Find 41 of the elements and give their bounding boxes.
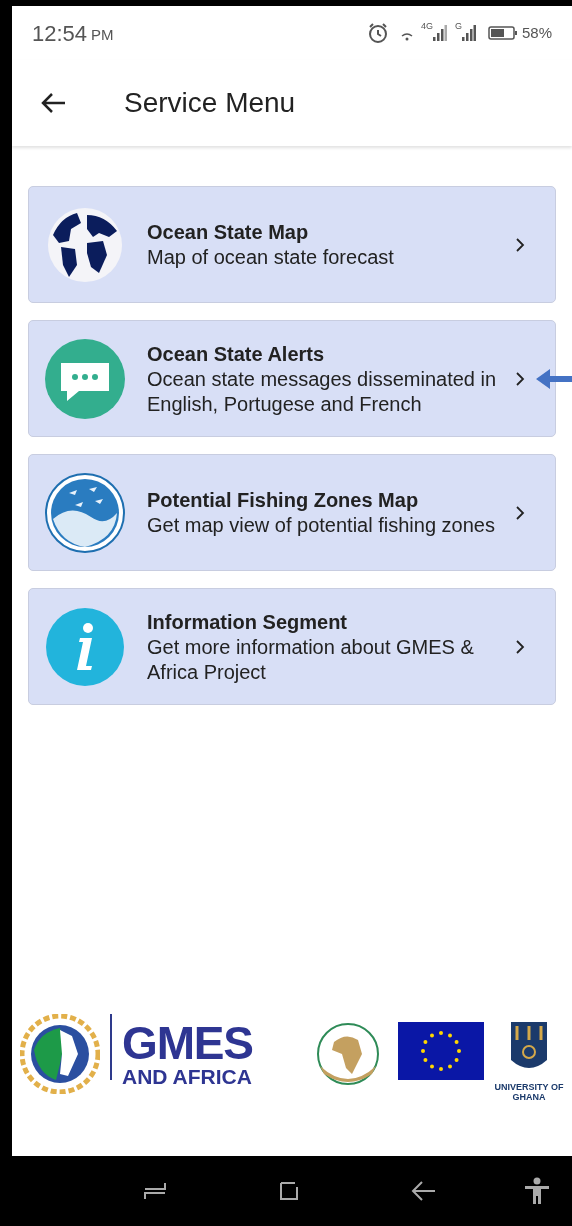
status-time: 12:54 (32, 19, 88, 48)
globe-icon (47, 206, 123, 283)
battery-percent: 58% (521, 22, 552, 43)
recent-apps-icon (143, 1181, 167, 1201)
brand-logo-subtext: AND AFRICA (122, 1066, 253, 1087)
signal-icon (432, 24, 447, 42)
battery-icon (487, 26, 518, 40)
item-title: Ocean State Alerts (147, 341, 326, 367)
back-arrow-icon (410, 1180, 436, 1202)
service-menu-item[interactable]: Ocean State Map Map of ocean state forecast (28, 186, 556, 303)
item-description: Get map view of potential fishing zones (147, 513, 496, 538)
fish-wave-icon (45, 472, 125, 553)
chat-bubble-icon (45, 338, 125, 419)
alarm-icon (366, 22, 389, 44)
info-icon (46, 607, 124, 686)
university-label: UNIVERSITY OF GHANA (494, 1082, 564, 1102)
signal-icon (461, 24, 476, 42)
back-arrow-icon (40, 92, 66, 114)
page-title: Service Menu (124, 86, 296, 120)
item-description: Map of ocean state forecast (147, 245, 395, 270)
gmes-emblem-icon (20, 1014, 100, 1094)
status-ampm: PM (91, 24, 114, 45)
service-menu-item[interactable]: Information Segment Get more information about GMES & Africa Project (28, 588, 556, 705)
brand-logo-text: GMES (122, 1020, 253, 1066)
item-description: Get more information about GMES & Africa Project (147, 634, 475, 685)
item-title: Information Segment (147, 609, 348, 635)
network-label: 4G (420, 20, 433, 33)
service-menu-item[interactable]: Ocean State Alerts Ocean state messages disseminated in English, Portugese and French (28, 320, 556, 437)
network-label: G (454, 20, 462, 33)
chevron-right-icon (515, 638, 525, 655)
chevron-right-icon (515, 370, 525, 387)
item-title: Potential Fishing Zones Map (147, 488, 420, 513)
chevron-right-icon (515, 236, 525, 253)
wifi-icon (400, 33, 413, 41)
chevron-right-icon (515, 504, 525, 521)
accessibility-button[interactable] (522, 1176, 552, 1206)
accessibility-icon (524, 1177, 550, 1205)
service-menu-item[interactable]: Potential Fishing Zones Map Get map view of potential fishing zones (28, 454, 556, 571)
item-description: Ocean state messages disseminated in English, Portugese and French (147, 366, 498, 417)
item-title: Ocean State Map (147, 220, 310, 245)
eu-flag-icon (398, 1022, 484, 1080)
